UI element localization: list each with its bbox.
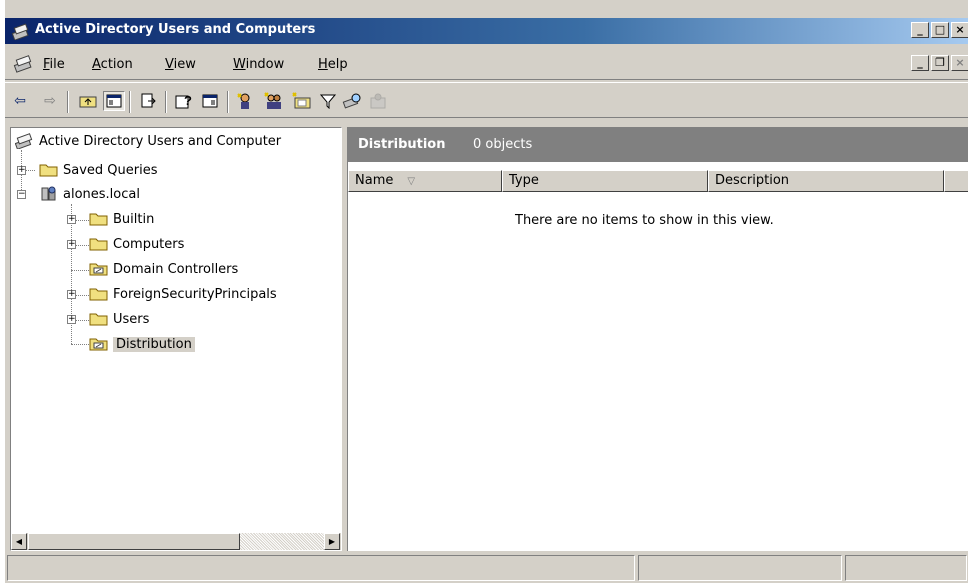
expand-foreign-security-principals-button[interactable]: + [67,290,76,299]
find-icon[interactable] [341,91,363,111]
tree-item-computers[interactable]: Computers [89,233,184,255]
back-icon[interactable]: ⇦ [9,91,31,111]
object-count: 0 objects [473,137,533,152]
svg-text:?: ? [184,93,192,108]
status-pane-secondary [638,555,842,581]
create-user-icon[interactable] [235,91,257,111]
folder-icon [89,238,108,251]
column-headers: Name ▽ Type Description [348,170,968,192]
scroll-right-button[interactable]: ▶ [324,533,340,550]
title-bar[interactable]: Active Directory Users and Computers _ □… [5,18,968,44]
child-minimize-button[interactable]: _ [911,55,929,71]
column-header-description[interactable]: Description [708,170,944,192]
menu-window[interactable]: Window [233,57,284,72]
tree-item-domain-controllers[interactable]: Domain Controllers [89,258,238,280]
tree-horizontal-scrollbar[interactable]: ◀ ▶ [11,533,341,550]
empty-list-message: There are no items to show in this view. [515,213,774,228]
column-header-type[interactable]: Type [502,170,708,192]
scroll-thumb[interactable] [28,533,240,550]
tree-item-label: Builtin [113,211,155,227]
folder-icon [39,164,58,177]
tree-item-saved-queries[interactable]: Saved Queries [39,159,158,181]
menu-view[interactable]: View [165,57,196,72]
tree-root[interactable]: Active Directory Users and Computer [15,130,281,152]
toolbar: ⇦ ⇨ ? [5,82,968,118]
menu-help[interactable]: Help [318,57,348,72]
expand-builtin-button[interactable]: + [67,215,76,224]
expand-users-button[interactable]: + [67,315,76,324]
create-group-icon[interactable] [263,91,285,111]
sort-descending-icon: ▽ [407,176,416,187]
domain-icon [41,186,56,201]
up-folder-icon[interactable] [77,91,99,111]
toolbar-separator [227,91,229,113]
tree-item-distribution[interactable]: Distribution [89,333,195,355]
show-hide-tree-icon[interactable] [103,91,125,111]
tree-item-label: Computers [113,236,185,252]
tree-root-label: Active Directory Users and Computer [39,133,282,149]
tree-item-label: Domain Controllers [113,261,239,277]
create-ou-icon[interactable] [291,91,313,111]
tree-item-domain[interactable]: alones.local [39,183,140,205]
expand-saved-queries-button[interactable]: + [17,166,26,175]
console-control-menu-icon[interactable] [13,55,35,76]
console-tree[interactable]: Active Directory Users and Computer + Sa… [10,127,342,551]
menu-file[interactable]: File [43,57,65,72]
tree-item-label: Distribution [113,336,195,352]
expand-computers-button[interactable]: + [67,240,76,249]
console-icon[interactable] [199,91,221,111]
tree-item-users[interactable]: Users [89,308,149,330]
folder-icon [89,213,108,226]
toolbar-separator [129,91,131,113]
status-pane-tertiary [845,555,967,581]
results-pane[interactable]: Distribution 0 objects Name ▽ Type Descri… [347,127,968,551]
mmc-window: Active Directory Users and Computers _ □… [4,0,968,583]
scroll-track[interactable] [240,533,324,550]
current-folder-name: Distribution [358,137,446,152]
tree-item-label: alones.local [63,186,140,202]
scroll-left-button[interactable]: ◀ [11,533,27,550]
add-to-group-icon[interactable] [367,91,389,111]
tree-item-label: Saved Queries [63,162,158,178]
forward-icon[interactable]: ⇨ [39,91,61,111]
close-button[interactable]: × [951,22,968,38]
filter-icon[interactable] [317,91,339,111]
ad-users-computers-icon [15,133,33,149]
tree-connector [71,344,89,345]
ad-users-computers-icon [11,22,31,43]
folder-icon [89,288,108,301]
export-list-icon[interactable] [137,91,159,111]
child-close-button[interactable]: × [951,55,968,71]
minimize-button[interactable]: _ [911,22,929,38]
collapse-domain-button[interactable]: − [17,190,26,199]
tree-item-label: ForeignSecurityPrincipals [113,286,277,302]
toolbar-separator [67,91,69,113]
child-restore-button[interactable]: ❐ [931,55,949,71]
organizational-unit-icon [89,338,108,351]
status-bar [5,553,968,583]
menu-action[interactable]: Action [92,57,133,72]
window-title: Active Directory Users and Computers [35,22,316,37]
maximize-button[interactable]: □ [931,22,949,38]
tree-item-foreign-security-principals[interactable]: ForeignSecurityPrincipals [89,283,277,305]
results-header: Distribution 0 objects [348,128,968,162]
tree-connector [71,270,89,271]
column-header-name[interactable]: Name ▽ [348,170,502,192]
tree-item-builtin[interactable]: Builtin [89,208,154,230]
folder-icon [89,313,108,326]
tree-item-label: Users [113,311,150,327]
organizational-unit-icon [89,263,108,276]
help-icon[interactable]: ? [173,91,195,111]
status-pane-main [7,555,635,581]
toolbar-separator [165,91,167,113]
column-header-filler [944,170,968,192]
menu-bar: File Action View Window Help _ ❐ × [5,48,968,80]
